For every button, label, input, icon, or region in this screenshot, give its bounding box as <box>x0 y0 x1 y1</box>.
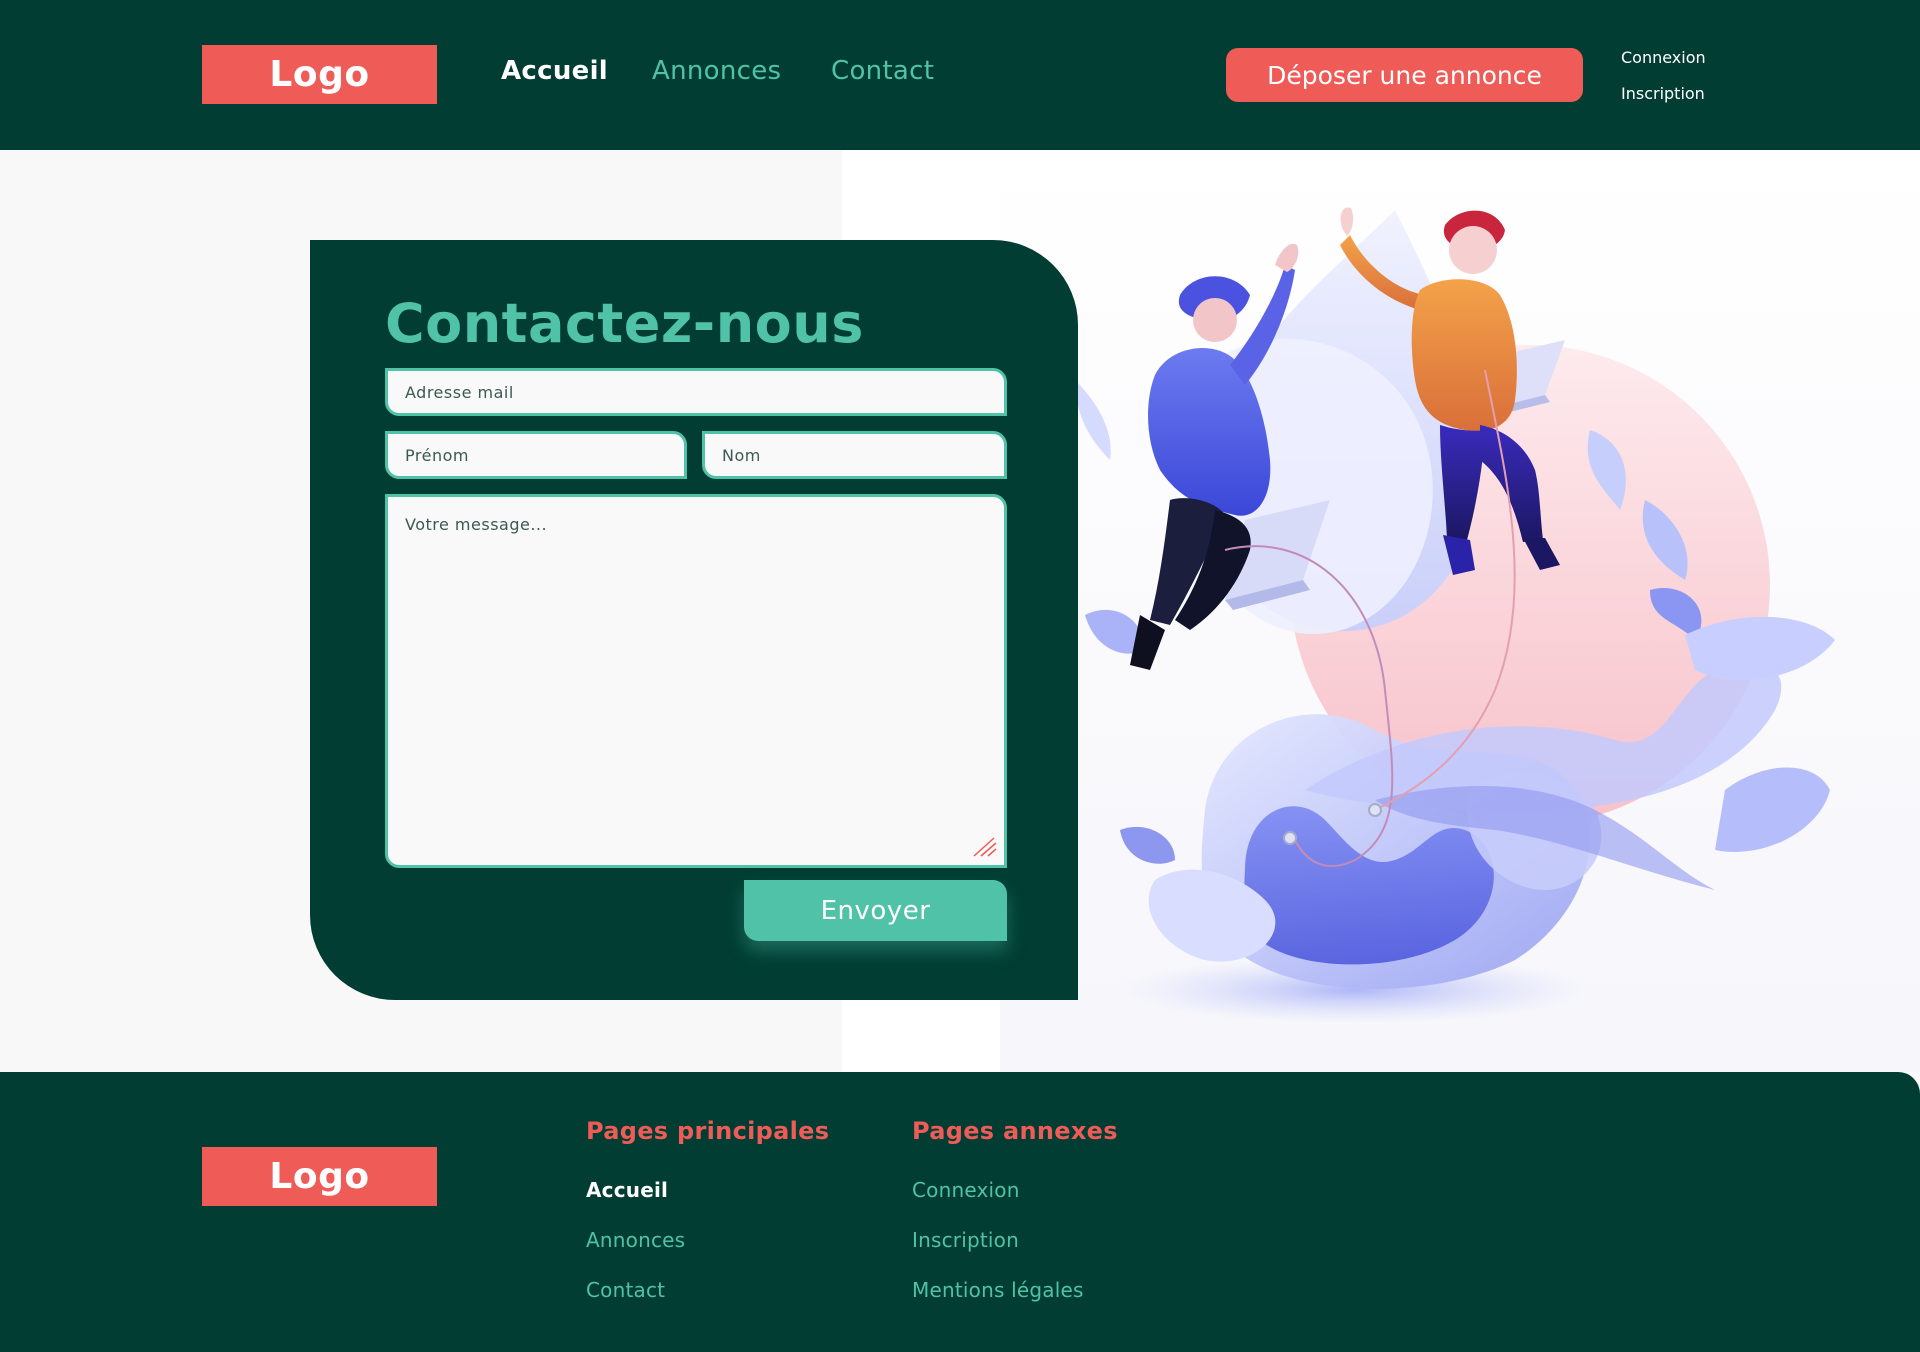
main-content: Contactez-nous Envoyer <box>0 150 1920 1072</box>
message-field[interactable] <box>385 494 1007 868</box>
signup-link[interactable]: Inscription <box>1621 84 1705 103</box>
footer-column-title-main: Pages principales <box>586 1117 830 1145</box>
footer-link-inscription[interactable]: Inscription <box>912 1228 1019 1252</box>
contact-card: Contactez-nous Envoyer <box>310 240 1078 1000</box>
post-ad-button[interactable]: Déposer une annonce <box>1226 48 1583 102</box>
nav-link-annonces[interactable]: Annonces <box>652 56 781 86</box>
footer-link-accueil[interactable]: Accueil <box>586 1178 668 1202</box>
send-button[interactable]: Envoyer <box>744 880 1007 941</box>
login-link[interactable]: Connexion <box>1621 48 1706 67</box>
site-footer: Logo Pages principales Accueil Annonces … <box>0 1072 1920 1352</box>
footer-link-connexion[interactable]: Connexion <box>912 1178 1020 1202</box>
header-logo[interactable]: Logo <box>202 45 437 104</box>
firstname-field[interactable] <box>385 431 687 479</box>
site-header: Logo Accueil Annonces Contact Déposer un… <box>0 0 1920 150</box>
nav-link-contact[interactable]: Contact <box>831 56 934 86</box>
nav-link-accueil[interactable]: Accueil <box>501 56 608 86</box>
footer-logo[interactable]: Logo <box>202 1147 437 1206</box>
textarea-resize-grip-icon[interactable] <box>970 834 998 858</box>
footer-link-annonces[interactable]: Annonces <box>586 1228 685 1252</box>
footer-link-mentions-legales[interactable]: Mentions légales <box>912 1278 1084 1302</box>
two-people-jumping-with-laptops-illustration <box>1075 207 1835 1024</box>
email-field[interactable] <box>385 368 1007 416</box>
footer-link-contact[interactable]: Contact <box>586 1278 665 1302</box>
lastname-field[interactable] <box>702 431 1007 479</box>
footer-column-title-secondary: Pages annexes <box>912 1117 1118 1145</box>
contact-title: Contactez-nous <box>385 292 864 355</box>
